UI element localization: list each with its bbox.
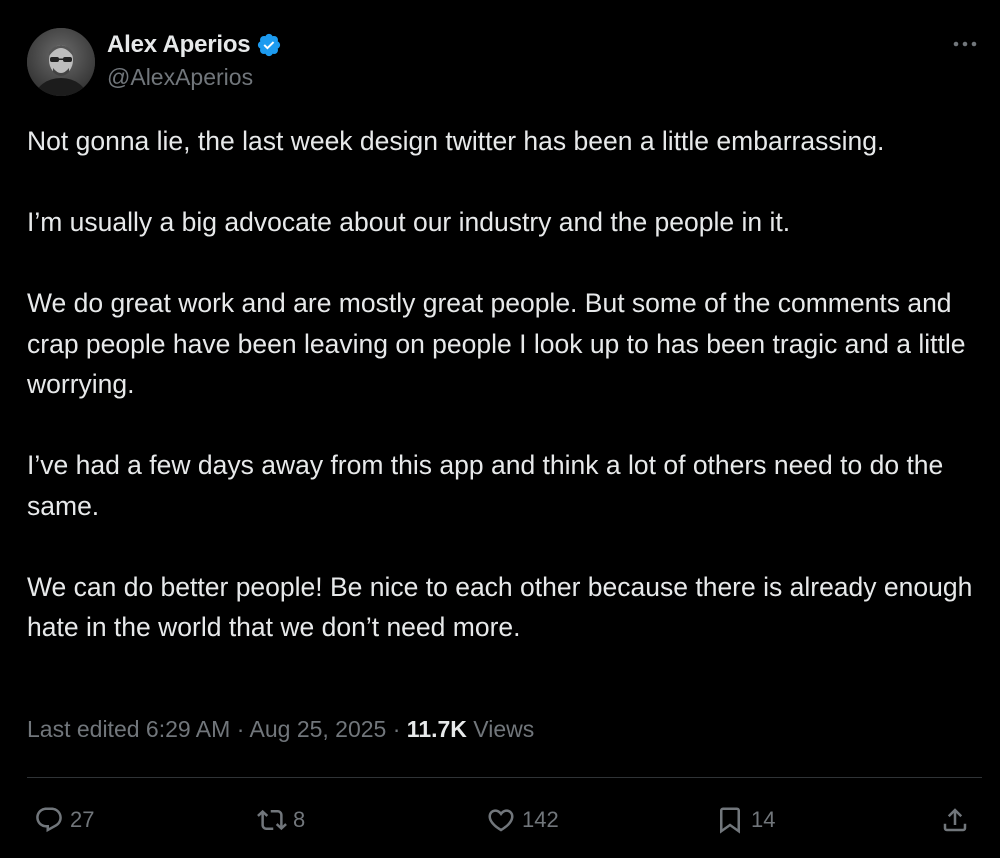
- author-handle[interactable]: @AlexAperios: [107, 64, 253, 91]
- like-button[interactable]: 142: [486, 800, 559, 840]
- tweet: Alex Aperios @AlexAperios Not gonna lie,…: [0, 0, 1000, 858]
- reply-icon: [34, 805, 64, 835]
- like-icon: [486, 805, 516, 835]
- tweet-paragraph: We can do better people! Be nice to each…: [27, 571, 973, 643]
- bookmark-button[interactable]: 14: [715, 800, 775, 840]
- views-label: Views: [473, 716, 535, 742]
- views-count: 11.7K: [406, 716, 467, 742]
- reply-button[interactable]: 27: [34, 800, 94, 840]
- repost-count: 8: [293, 807, 306, 832]
- verified-badge-icon[interactable]: [256, 32, 282, 58]
- more-options-icon[interactable]: [950, 34, 980, 54]
- bookmark-icon: [715, 805, 745, 835]
- like-count: 142: [522, 807, 559, 832]
- tweet-date[interactable]: Aug 25, 2025: [250, 716, 387, 742]
- tweet-paragraph: Not gonna lie, the last week design twit…: [27, 126, 885, 156]
- tweet-text: Not gonna lie, the last week design twit…: [27, 121, 982, 648]
- avatar[interactable]: [27, 28, 95, 96]
- meta-separator: ·: [236, 716, 245, 742]
- divider: [27, 777, 982, 778]
- author-name-row: Alex Aperios: [107, 30, 282, 60]
- author-display-name[interactable]: Alex Aperios: [107, 31, 251, 59]
- repost-button[interactable]: 8: [257, 800, 305, 840]
- tweet-meta: Last edited 6:29 AM · Aug 25, 2025 · 11.…: [27, 716, 534, 743]
- edited-timestamp[interactable]: Last edited 6:29 AM: [27, 716, 230, 742]
- repost-icon: [257, 805, 287, 835]
- tweet-paragraph: We do great work and are mostly great pe…: [27, 288, 966, 399]
- action-bar: 27 8 142 14: [0, 800, 1000, 840]
- reply-count: 27: [70, 807, 95, 832]
- meta-separator: ·: [392, 716, 401, 742]
- share-icon: [940, 805, 970, 835]
- share-button[interactable]: [940, 800, 970, 840]
- tweet-paragraph: I’ve had a few days away from this app a…: [27, 450, 944, 521]
- tweet-paragraph: I’m usually a big advocate about our ind…: [27, 207, 791, 237]
- bookmark-count: 14: [751, 807, 776, 832]
